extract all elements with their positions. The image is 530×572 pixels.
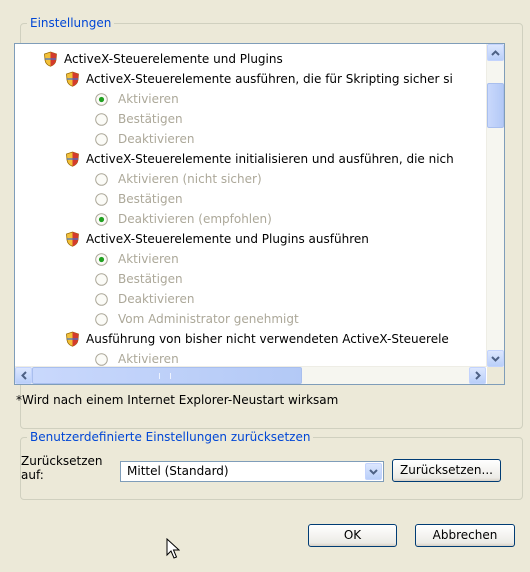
- tree-item-label: Bestätigen: [118, 272, 183, 286]
- shield-icon: [65, 231, 80, 247]
- ok-button[interactable]: OK: [308, 524, 397, 547]
- reset-level-label-line2: auf:: [21, 468, 44, 482]
- horizontal-scrollbar[interactable]: [15, 366, 486, 384]
- radio-icon[interactable]: [95, 112, 108, 126]
- radio-icon[interactable]: [95, 132, 108, 146]
- tree-item-label: Deaktivieren: [118, 292, 195, 306]
- restart-note: *Wird nach einem Internet Explorer-Neust…: [16, 393, 339, 407]
- radio-icon[interactable]: [95, 292, 108, 306]
- horizontal-scroll-thumb[interactable]: [32, 367, 302, 384]
- radio-icon[interactable]: [95, 252, 108, 266]
- tree-item-label: Aktivieren: [118, 252, 179, 266]
- shield-icon: [65, 151, 80, 167]
- scroll-up-arrow-icon[interactable]: [487, 44, 504, 61]
- tree-item-label: Bestätigen: [118, 192, 183, 206]
- reset-level-label: Zurücksetzen auf:: [21, 454, 103, 482]
- tree-item-label: ActiveX-Steuerelemente ausführen, die fü…: [86, 72, 453, 86]
- tree-item-label: Deaktivieren: [118, 132, 195, 146]
- vertical-scrollbar[interactable]: [486, 44, 504, 367]
- tree-option-radio[interactable]: Bestätigen: [65, 109, 183, 129]
- tree-option-radio[interactable]: Aktivieren (nicht sicher): [65, 169, 262, 189]
- scroll-down-arrow-icon[interactable]: [487, 350, 504, 367]
- chevron-down-icon[interactable]: [365, 463, 382, 480]
- tree-item-label: Deaktivieren (empfohlen): [118, 212, 272, 226]
- settings-tree-content: ActiveX-Steuerelemente und Plugins Active…: [15, 44, 486, 367]
- scroll-left-arrow-icon[interactable]: [15, 367, 32, 384]
- tree-item-label: Aktivieren: [118, 92, 179, 106]
- tree-item-label: ActiveX-Steuerelemente initialisieren un…: [86, 152, 454, 166]
- tree-option-radio[interactable]: Deaktivieren: [65, 129, 194, 149]
- tree-item-label: Aktivieren: [118, 352, 179, 366]
- radio-icon[interactable]: [95, 352, 108, 366]
- reset-button[interactable]: Zurücksetzen...: [392, 459, 501, 482]
- tree-item-label: Ausführung von bisher nicht verwendeten …: [86, 332, 449, 346]
- radio-icon[interactable]: [95, 92, 108, 106]
- tree-setting[interactable]: Ausführung von bisher nicht verwendeten …: [65, 329, 449, 349]
- tree-option-radio[interactable]: Aktivieren: [65, 89, 179, 109]
- tree-item-label: ActiveX-Steuerelemente und Plugins: [64, 52, 283, 66]
- reset-level-value: Mittel (Standard): [127, 464, 229, 478]
- tree-option-radio[interactable]: Aktivieren: [65, 249, 179, 269]
- reset-level-select[interactable]: Mittel (Standard): [120, 461, 384, 482]
- radio-icon[interactable]: [95, 212, 108, 226]
- tree-setting[interactable]: ActiveX-Steuerelemente und Plugins ausfü…: [65, 229, 369, 249]
- radio-icon[interactable]: [95, 272, 108, 286]
- radio-icon[interactable]: [95, 172, 108, 186]
- radio-icon[interactable]: [95, 312, 108, 326]
- shield-icon: [65, 71, 80, 87]
- shield-icon: [43, 51, 58, 67]
- tree-item-label: ActiveX-Steuerelemente und Plugins ausfü…: [86, 232, 369, 246]
- tree-item-label: Vom Administrator genehmigt: [118, 312, 299, 326]
- settings-tree[interactable]: ActiveX-Steuerelemente und Plugins Active…: [14, 43, 505, 385]
- tree-item-label: Bestätigen: [118, 112, 183, 126]
- tree-setting[interactable]: ActiveX-Steuerelemente ausführen, die fü…: [65, 69, 453, 89]
- cancel-button[interactable]: Abbrechen: [415, 524, 515, 547]
- scroll-corner: [487, 367, 504, 384]
- mouse-pointer-icon: [166, 537, 181, 563]
- reset-group-title: Benutzerdefinierte Einstellungen zurücks…: [27, 429, 314, 445]
- tree-option-radio[interactable]: Aktivieren: [65, 349, 179, 367]
- tree-category[interactable]: ActiveX-Steuerelemente und Plugins: [43, 49, 283, 69]
- tree-item-label: Aktivieren (nicht sicher): [118, 172, 262, 186]
- vertical-scroll-thumb[interactable]: [487, 83, 504, 128]
- tree-option-radio[interactable]: Deaktivieren (empfohlen): [65, 209, 272, 229]
- tree-setting[interactable]: ActiveX-Steuerelemente initialisieren un…: [65, 149, 454, 169]
- scroll-right-arrow-icon[interactable]: [469, 367, 486, 384]
- settings-group-title: Einstellungen: [27, 15, 115, 31]
- tree-option-radio[interactable]: Bestätigen: [65, 269, 183, 289]
- reset-level-label-line1: Zurücksetzen: [21, 454, 103, 468]
- radio-icon[interactable]: [95, 192, 108, 206]
- tree-option-radio[interactable]: Deaktivieren: [65, 289, 194, 309]
- shield-icon: [65, 331, 80, 347]
- tree-option-radio[interactable]: Vom Administrator genehmigt: [65, 309, 299, 329]
- tree-option-radio[interactable]: Bestätigen: [65, 189, 183, 209]
